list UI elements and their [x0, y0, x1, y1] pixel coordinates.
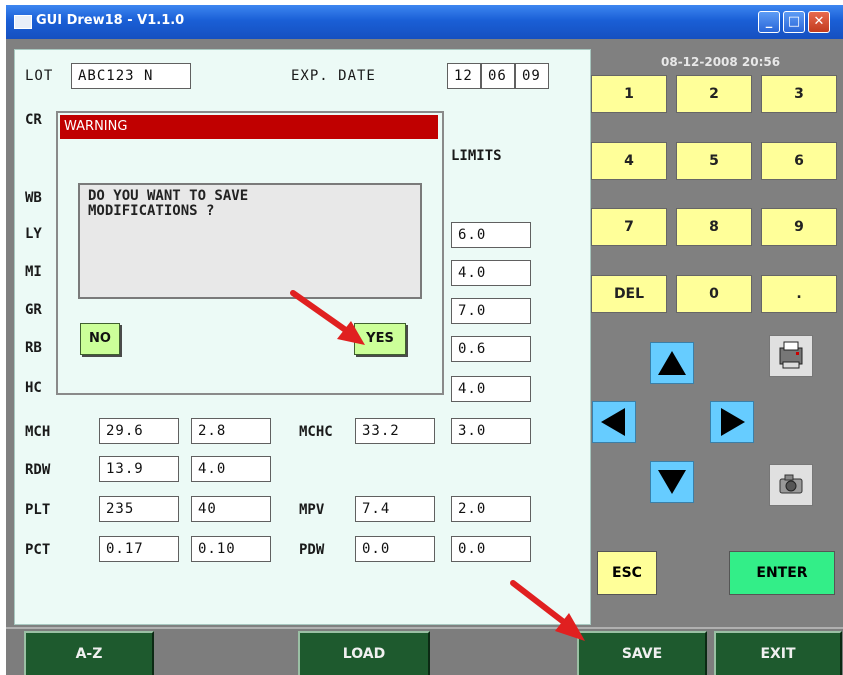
window-title: GUI Drew18 - V1.1.0: [36, 13, 185, 28]
plt-value-field[interactable]: 235: [99, 496, 179, 522]
no-button[interactable]: NO: [80, 323, 120, 355]
exp-year-field[interactable]: 09: [515, 63, 549, 89]
datetime-display: 08-12-2008 20:56: [661, 55, 781, 69]
key-3[interactable]: 3: [761, 75, 837, 113]
key-9[interactable]: 9: [761, 208, 837, 246]
app-icon: [14, 15, 32, 29]
down-arrow-button[interactable]: [650, 461, 694, 503]
printer-icon: [779, 341, 803, 369]
pct-value-field[interactable]: 0.17: [99, 536, 179, 562]
wb-label: WB: [25, 190, 42, 206]
app-window: GUI Drew18 - V1.1.0 _ □ ✕ LOT ABC123 N E…: [6, 5, 843, 675]
lot-label: LOT: [25, 68, 54, 84]
key-1[interactable]: 1: [591, 75, 667, 113]
mi-label: MI: [25, 264, 42, 280]
pdw-value-field[interactable]: 0.0: [355, 536, 435, 562]
maximize-icon[interactable]: □: [783, 11, 805, 33]
printer-button[interactable]: [769, 335, 813, 377]
enter-button[interactable]: ENTER: [729, 551, 835, 595]
mch-label: MCH: [25, 424, 51, 440]
mpv-limit-field[interactable]: 2.0: [451, 496, 531, 522]
left-arrow-button[interactable]: [592, 401, 636, 443]
key-dot[interactable]: .: [761, 275, 837, 313]
key-del[interactable]: DEL: [591, 275, 667, 313]
mchc-label: MCHC: [299, 424, 333, 440]
ly-label: LY: [25, 226, 42, 242]
arrow-left-icon: [601, 408, 625, 436]
rdw-value-field[interactable]: 13.9: [99, 456, 179, 482]
limits-label: LIMITS: [451, 148, 502, 164]
mi-limit-field[interactable]: 4.0: [451, 260, 531, 286]
key-2[interactable]: 2: [676, 75, 752, 113]
hc-label: HC: [25, 380, 42, 396]
mpv-value-field[interactable]: 7.4: [355, 496, 435, 522]
right-arrow-button[interactable]: [710, 401, 754, 443]
key-4[interactable]: 4: [591, 142, 667, 180]
camera-icon: [779, 474, 803, 494]
key-0[interactable]: 0: [676, 275, 752, 313]
dialog-message: DO YOU WANT TO SAVE MODIFICATIONS ?: [78, 183, 422, 299]
annotation-arrow-icon: [290, 290, 365, 345]
close-icon[interactable]: ✕: [808, 11, 830, 33]
mch-value-field[interactable]: 29.6: [99, 418, 179, 444]
pct-limit-field[interactable]: 0.10: [191, 536, 271, 562]
up-arrow-button[interactable]: [650, 342, 694, 384]
az-button[interactable]: A-Z: [24, 631, 154, 675]
esc-button[interactable]: ESC: [597, 551, 657, 595]
minimize-icon[interactable]: _: [758, 11, 780, 33]
gr-label: GR: [25, 302, 42, 318]
hc-limit-field[interactable]: 4.0: [451, 376, 531, 402]
key-8[interactable]: 8: [676, 208, 752, 246]
pdw-limit-field[interactable]: 0.0: [451, 536, 531, 562]
gr-limit-field[interactable]: 7.0: [451, 298, 531, 324]
arrow-down-icon: [658, 470, 686, 494]
exp-date-label: EXP. DATE: [291, 68, 376, 84]
ly-limit-field[interactable]: 6.0: [451, 222, 531, 248]
pct-label: PCT: [25, 542, 51, 558]
key-6[interactable]: 6: [761, 142, 837, 180]
plt-limit-field[interactable]: 40: [191, 496, 271, 522]
arrow-right-icon: [721, 408, 745, 436]
exp-month-field[interactable]: 06: [481, 63, 515, 89]
cr-label: CR: [25, 112, 42, 128]
mpv-label: MPV: [299, 502, 325, 518]
save-button[interactable]: SAVE: [577, 631, 707, 675]
dialog-title: WARNING: [60, 115, 438, 139]
rb-label: RB: [25, 340, 42, 356]
key-5[interactable]: 5: [676, 142, 752, 180]
annotation-arrow-icon: [510, 580, 585, 641]
title-bar: GUI Drew18 - V1.1.0 _ □ ✕: [6, 5, 843, 39]
rdw-label: RDW: [25, 462, 51, 478]
camera-button[interactable]: [769, 464, 813, 506]
key-7[interactable]: 7: [591, 208, 667, 246]
exp-day-field[interactable]: 12: [447, 63, 481, 89]
pdw-label: PDW: [299, 542, 325, 558]
rdw-limit-field[interactable]: 4.0: [191, 456, 271, 482]
mchc-limit-field[interactable]: 3.0: [451, 418, 531, 444]
lot-field[interactable]: ABC123 N: [71, 63, 191, 89]
mchc-value-field[interactable]: 33.2: [355, 418, 435, 444]
plt-label: PLT: [25, 502, 51, 518]
warning-dialog: WARNING DO YOU WANT TO SAVE MODIFICATION…: [56, 111, 444, 395]
arrow-up-icon: [658, 351, 686, 375]
load-button[interactable]: LOAD: [298, 631, 430, 675]
rb-limit-field[interactable]: 0.6: [451, 336, 531, 362]
mch-limit-field[interactable]: 2.8: [191, 418, 271, 444]
exit-button[interactable]: EXIT: [714, 631, 842, 675]
